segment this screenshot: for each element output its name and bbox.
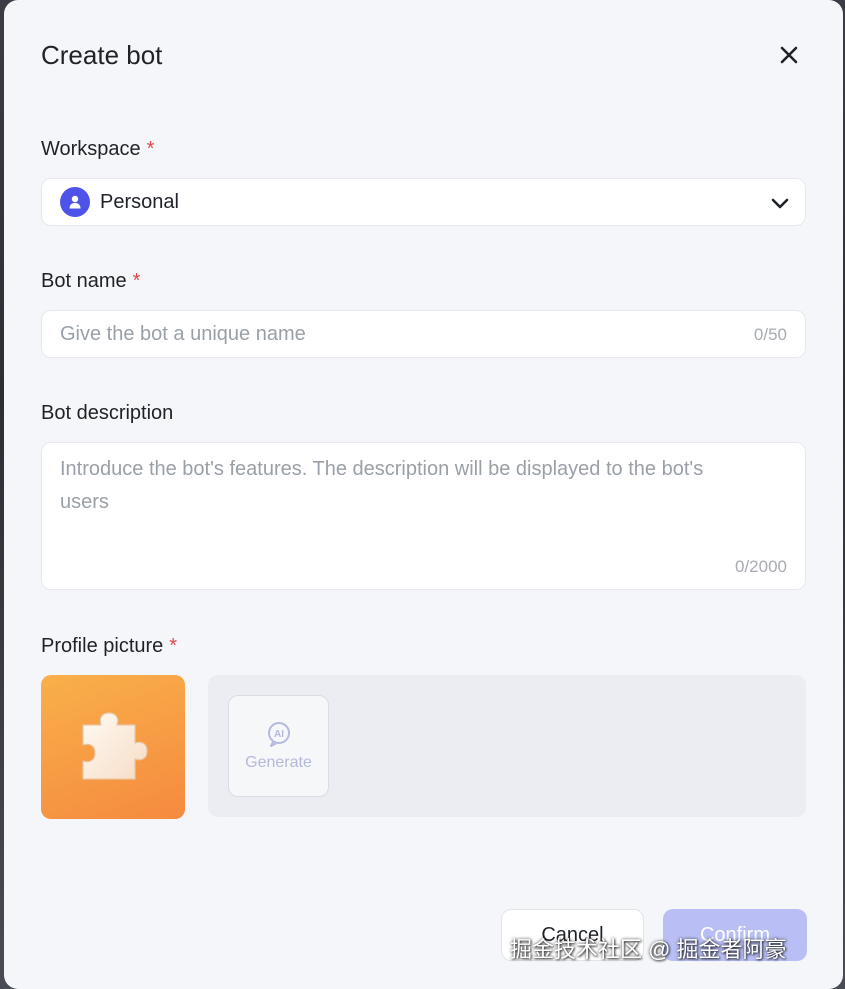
- ai-badge-text: AI: [274, 729, 284, 740]
- workspace-avatar: [60, 187, 90, 217]
- required-mark: *: [146, 138, 155, 160]
- required-mark: *: [169, 635, 178, 657]
- profile-picture-label: Profile picture *: [41, 635, 177, 658]
- user-icon: [69, 195, 81, 209]
- workspace-label-text: Workspace: [41, 138, 141, 160]
- create-bot-dialog: Create bot Workspace * Personal Bot name *…: [4, 0, 843, 989]
- bot-description-label-text: Bot description: [41, 402, 174, 424]
- workspace-selected-value: Personal: [100, 190, 179, 213]
- bot-name-input[interactable]: Give the bot a unique name 0/50: [41, 310, 806, 358]
- workspace-select[interactable]: Personal: [41, 178, 806, 226]
- bot-description-label: Bot description: [41, 402, 173, 425]
- bot-name-counter: 0/50: [753, 325, 787, 344]
- puzzle-piece-icon: [82, 712, 148, 780]
- profile-picture-avatar[interactable]: [41, 675, 185, 819]
- bot-name-placeholder: Give the bot a unique name: [60, 323, 306, 345]
- bot-name-label: Bot name *: [41, 270, 140, 293]
- ai-sparkle-icon: AI: [267, 722, 290, 747]
- dialog-title: Create bot: [41, 40, 163, 70]
- bot-name-label-text: Bot name: [41, 270, 127, 292]
- bot-description-counter: 0/2000: [735, 557, 787, 576]
- bot-description-textarea[interactable]: Introduce the bot's features. The descri…: [41, 442, 806, 590]
- close-icon: [780, 46, 798, 64]
- generate-button[interactable]: AI Generate: [228, 695, 329, 797]
- chevron-down-icon: [771, 198, 789, 209]
- generate-panel: AI Generate: [208, 675, 806, 817]
- required-mark: *: [132, 270, 141, 292]
- watermark-text: 掘金技术社区 @ 掘金者阿豪: [510, 937, 787, 962]
- close-button[interactable]: [774, 40, 804, 70]
- workspace-label: Workspace *: [41, 138, 154, 161]
- profile-picture-label-text: Profile picture: [41, 635, 164, 657]
- generate-label: Generate: [245, 754, 312, 771]
- bot-description-placeholder: Introduce the bot's features. The descri…: [60, 458, 704, 513]
